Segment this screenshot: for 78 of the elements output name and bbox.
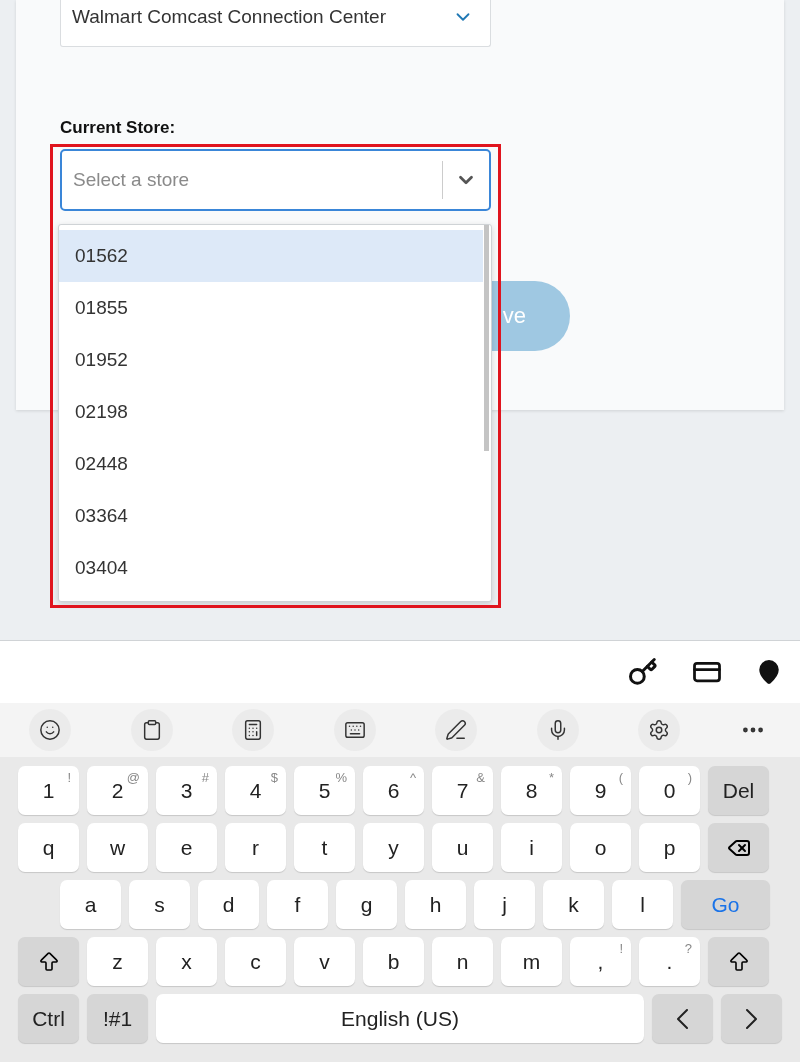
keyboard-key[interactable]: Del bbox=[708, 766, 769, 815]
space-key[interactable]: English (US) bbox=[156, 994, 644, 1043]
store-option[interactable]: 01562 bbox=[59, 230, 483, 282]
emoji-button[interactable] bbox=[29, 709, 71, 751]
keyboard-key[interactable]: g bbox=[336, 880, 397, 929]
location-pin-icon[interactable] bbox=[756, 659, 782, 685]
microphone-button[interactable] bbox=[536, 709, 579, 751]
keyboard-key[interactable]: p bbox=[639, 823, 700, 872]
key-hint: ! bbox=[67, 769, 71, 787]
keyboard-key[interactable]: j bbox=[474, 880, 535, 929]
key-hint: ^ bbox=[409, 769, 416, 787]
key-hint: # bbox=[201, 769, 209, 787]
keypad-button[interactable] bbox=[232, 709, 275, 751]
key-hint: @ bbox=[126, 769, 140, 787]
keyboard-key[interactable]: s bbox=[129, 880, 190, 929]
keyboard-key[interactable]: 4 $ bbox=[225, 766, 286, 815]
keyboard-key[interactable]: 0 ) bbox=[639, 766, 700, 815]
shift-key[interactable] bbox=[18, 937, 79, 986]
settings-icon bbox=[648, 719, 671, 741]
key-hint: % bbox=[335, 769, 347, 787]
keyboard-key[interactable]: 5 % bbox=[294, 766, 355, 815]
keyboard-key[interactable]: 2 @ bbox=[87, 766, 148, 815]
field-label: Current Store: bbox=[60, 117, 176, 139]
keyboard-key[interactable]: !#1 bbox=[87, 994, 148, 1043]
keyboard-key[interactable]: d bbox=[198, 880, 259, 929]
keyboard-key[interactable]: 6 ^ bbox=[363, 766, 424, 815]
key-icon[interactable] bbox=[628, 657, 658, 687]
keyboard-key[interactable]: o bbox=[570, 823, 631, 872]
location-select[interactable]: Walmart Comcast Connection Center bbox=[60, 0, 491, 47]
keyboard-key[interactable]: k bbox=[543, 880, 604, 929]
keyboard-key[interactable]: , ! bbox=[570, 937, 631, 986]
keyboard-key[interactable]: z bbox=[87, 937, 148, 986]
keyboard-key[interactable]: m bbox=[501, 937, 562, 986]
key-hint: * bbox=[548, 769, 554, 787]
keyboard-key[interactable]: w bbox=[87, 823, 148, 872]
keyboard-key[interactable]: h bbox=[405, 880, 466, 929]
keyboard-key[interactable]: a bbox=[60, 880, 121, 929]
keyboard-icon bbox=[343, 719, 366, 741]
keyboard-key[interactable]: u bbox=[432, 823, 493, 872]
store-select[interactable]: Select a store bbox=[60, 148, 491, 211]
keyboard-key[interactable]: c bbox=[225, 937, 286, 986]
scrollbar[interactable] bbox=[484, 225, 489, 451]
keyboard-key[interactable]: n bbox=[432, 937, 493, 986]
clipboard-button[interactable] bbox=[130, 709, 173, 751]
keyboard-key[interactable]: 9 ( bbox=[570, 766, 631, 815]
keyboard-key[interactable]: 7 & bbox=[432, 766, 493, 815]
keyboard-key[interactable]: 1 ! bbox=[18, 766, 79, 815]
keyboard-key[interactable]: Ctrl bbox=[18, 994, 79, 1043]
keyboard-key[interactable]: v bbox=[294, 937, 355, 986]
store-search-input[interactable]: Select a store bbox=[62, 150, 442, 209]
keyboard-key[interactable]: x bbox=[156, 937, 217, 986]
keyboard-key[interactable]: e bbox=[156, 823, 217, 872]
keyboard-key[interactable]: l bbox=[612, 880, 673, 929]
backspace-key[interactable] bbox=[708, 823, 769, 872]
keyboard-key[interactable]: r bbox=[225, 823, 286, 872]
keyboard-key[interactable]: f bbox=[267, 880, 328, 929]
key-hint: ( bbox=[618, 769, 623, 787]
keyboard-key[interactable]: 8 * bbox=[501, 766, 562, 815]
emoji-icon bbox=[39, 719, 61, 741]
key-hint: $ bbox=[270, 769, 278, 787]
key-hint: ! bbox=[619, 940, 623, 958]
keyboard-key[interactable]: . ? bbox=[639, 937, 700, 986]
key-hint: ? bbox=[684, 940, 692, 958]
handwriting-icon bbox=[445, 719, 468, 741]
chevron-left-icon bbox=[677, 1008, 688, 1029]
settings-button[interactable] bbox=[638, 709, 681, 751]
keyboard-key[interactable]: y bbox=[363, 823, 424, 872]
key-hint: ) bbox=[687, 769, 692, 787]
key-hint: & bbox=[476, 769, 485, 787]
keyboard-key[interactable]: t bbox=[294, 823, 355, 872]
chevron-right-icon bbox=[746, 1008, 757, 1029]
shift-key[interactable] bbox=[708, 937, 769, 986]
keyboard-key[interactable]: b bbox=[363, 937, 424, 986]
keyboard-key[interactable]: i bbox=[501, 823, 562, 872]
keyboard-key[interactable]: q bbox=[18, 823, 79, 872]
keyboard-key[interactable]: 3 # bbox=[156, 766, 217, 815]
handwriting-button[interactable] bbox=[435, 709, 478, 751]
keyboard-button[interactable] bbox=[333, 709, 376, 751]
